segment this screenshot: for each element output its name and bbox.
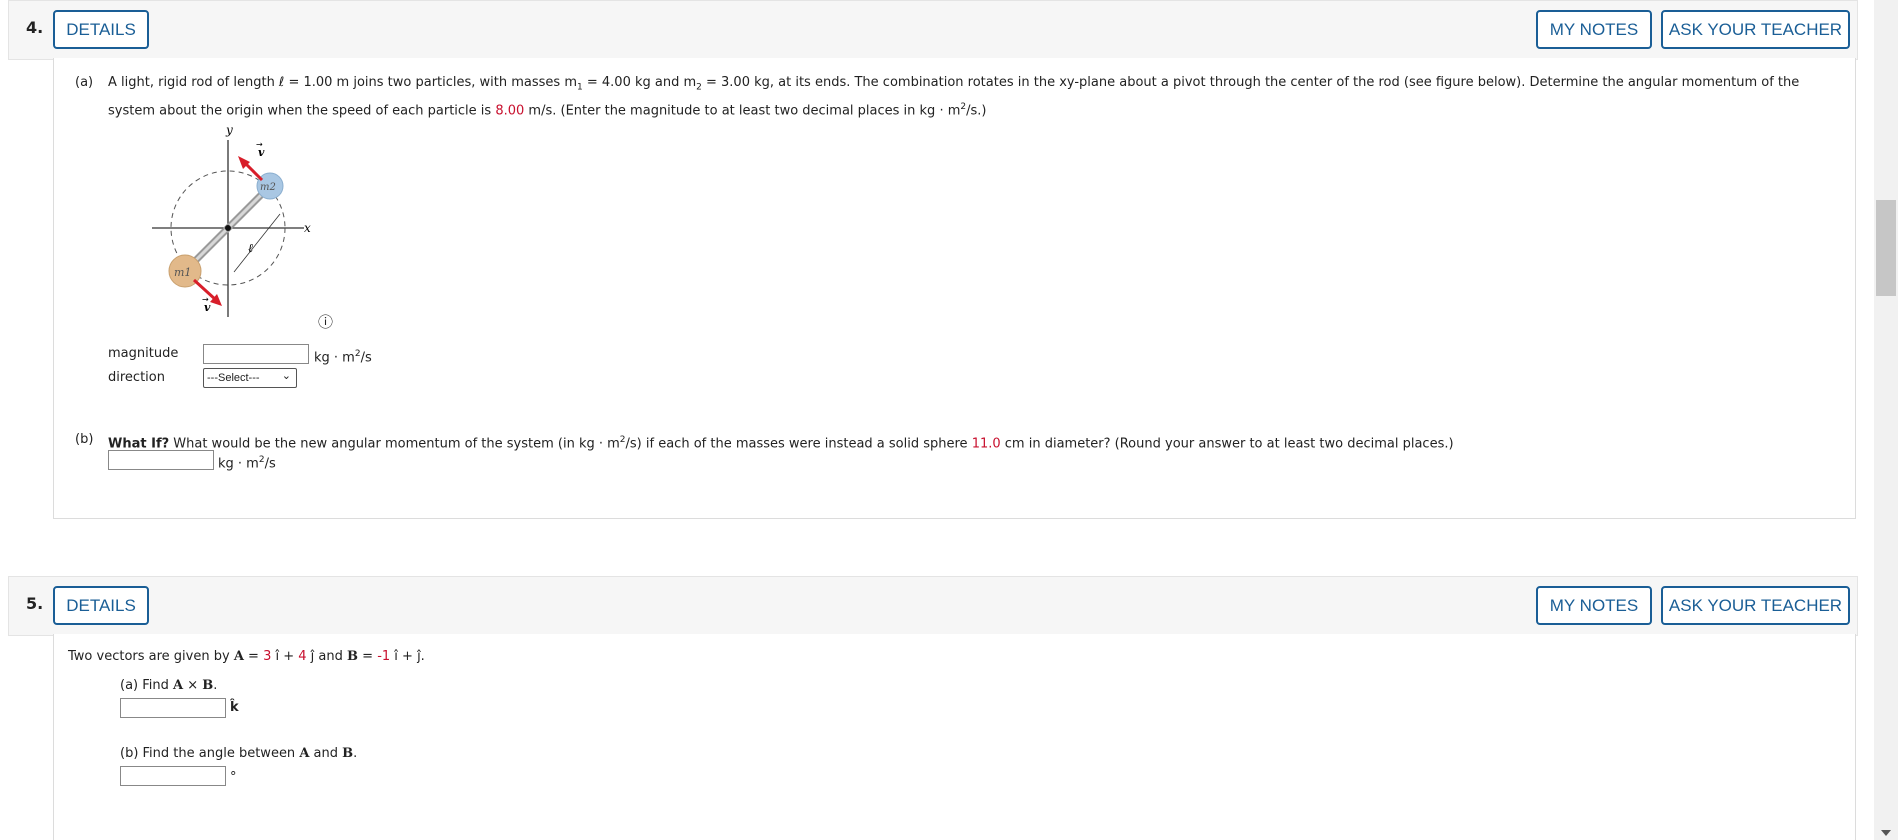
m2-label: m2: [260, 182, 276, 193]
direction-label: direction: [108, 370, 165, 385]
question-number: 4.: [26, 18, 44, 37]
details-button[interactable]: DETAILS: [53, 10, 149, 49]
magnitude-unit: kg · m2/s: [314, 349, 372, 366]
question-number: 5.: [26, 594, 44, 613]
svg-text:→: →: [256, 140, 263, 149]
angular-momentum-input[interactable]: [108, 450, 214, 470]
rotating-rod-figure: y x ℓ m1 m2 v → v →: [152, 123, 311, 317]
degree-unit: °: [230, 770, 237, 785]
q5-part-a-text: (a) Find A × B.: [120, 678, 218, 693]
question-5-body: Two vectors are given by A = 3 î + 4 ĵ a…: [53, 634, 1856, 840]
magnitude-input[interactable]: [203, 344, 309, 364]
x-axis-label: x: [304, 221, 311, 235]
page-scrollbar[interactable]: [1874, 0, 1898, 840]
cross-product-input[interactable]: [120, 698, 226, 718]
my-notes-button[interactable]: MY NOTES: [1536, 586, 1652, 625]
given-diameter: 11.0: [971, 436, 1001, 452]
y-axis-label: y: [225, 123, 233, 137]
ask-teacher-button[interactable]: ASK YOUR TEACHER: [1661, 586, 1850, 625]
q5-intro: Two vectors are given by A = 3 î + 4 ĵ a…: [68, 649, 425, 664]
svg-text:→: →: [202, 295, 209, 304]
part-b-text: What If? What would be the new angular m…: [108, 435, 1454, 452]
given-speed: 8.00: [495, 103, 525, 119]
magnitude-label: magnitude: [108, 346, 179, 361]
vector-a: A: [233, 649, 244, 664]
my-notes-button[interactable]: MY NOTES: [1536, 10, 1652, 49]
part-a-text-line2: system about the origin when the speed o…: [108, 102, 987, 119]
details-button[interactable]: DETAILS: [53, 586, 149, 625]
info-icon[interactable]: ⓘ: [318, 310, 333, 334]
part-b-unit: kg · m2/s: [218, 455, 276, 472]
vector-b: B: [347, 649, 359, 664]
direction-select[interactable]: ---Select--- ⌄: [203, 368, 297, 388]
part-b-label: (b): [75, 432, 94, 447]
k-hat-unit: k̂: [230, 700, 239, 715]
angle-input[interactable]: [120, 766, 226, 786]
question-4-body: (a) A light, rigid rod of length ℓ = 1.0…: [53, 58, 1856, 519]
chevron-down-icon: ⌄: [281, 370, 291, 382]
scrollbar-thumb[interactable]: [1876, 200, 1896, 296]
question-4-header: 4. DETAILS MY NOTES ASK YOUR TEACHER: [8, 0, 1858, 60]
length-label: ℓ: [248, 241, 253, 255]
ask-teacher-button[interactable]: ASK YOUR TEACHER: [1661, 10, 1850, 49]
q5-part-b-text: (b) Find the angle between A and B.: [120, 746, 358, 761]
m1-label: m1: [174, 266, 191, 279]
part-a-label: (a): [75, 75, 94, 90]
question-5-header: 5. DETAILS MY NOTES ASK YOUR TEACHER: [8, 576, 1858, 636]
scroll-down-arrow-icon[interactable]: [1881, 830, 1891, 836]
